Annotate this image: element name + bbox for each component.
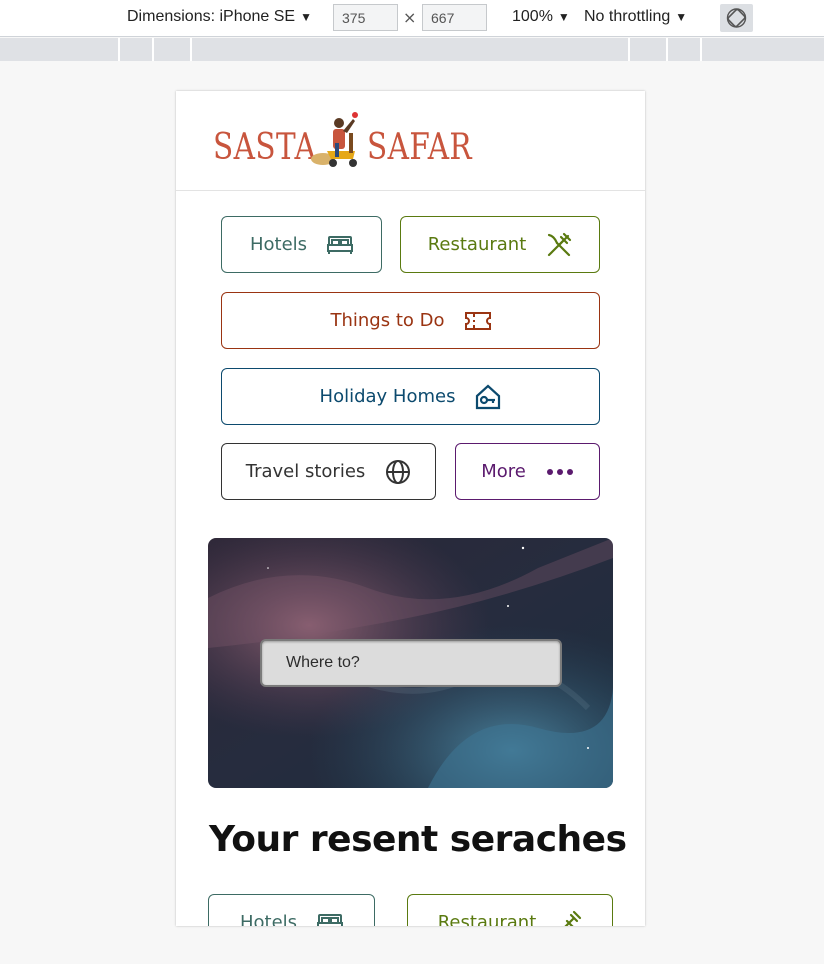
recent-restaurant-label: Restaurant [437,912,537,926]
restaurant-button[interactable]: Restaurant [400,216,600,273]
hotels-button[interactable]: Hotels [221,216,382,273]
throttling-select[interactable]: No throttling ▼ [584,8,687,26]
recent-hotels-button[interactable]: Hotels [208,894,375,926]
more-button[interactable]: More [455,443,600,500]
travel-stories-label: Travel stories [245,461,366,482]
recent-searches-heading: Your resent seraches [209,819,627,860]
zoom-select[interactable]: 100% ▼ [512,8,570,26]
ruler-segment[interactable] [152,38,154,61]
hero-search-banner [208,538,613,788]
rotate-device-button[interactable] [720,4,753,32]
utensils-icon [546,232,572,258]
dimensions-caret-icon: ▼ [300,10,312,24]
ruler-segment[interactable] [190,38,192,61]
more-label: More [481,461,526,482]
site-header: SASTA SAFAR [176,91,645,191]
ruler-segment[interactable] [666,38,668,61]
device-viewport: SASTA SAFAR Hotels Restaurant Things to … [176,91,645,926]
bed-icon [327,235,354,255]
dimension-times-icon: × [403,8,417,27]
throttling-label: No throttling [584,8,671,25]
holiday-homes-button[interactable]: Holiday Homes [221,368,600,425]
brand-name-left: SASTA [213,127,317,168]
zoom-caret-icon: ▼ [557,10,570,24]
ticket-icon [464,311,491,331]
ellipsis-icon [546,468,574,476]
devtools-device-toolbar: Dimensions: iPhone SE ▼ × 100% ▼ No thrott… [0,0,824,37]
restaurant-label: Restaurant [427,234,527,255]
ruler-segment[interactable] [700,38,702,61]
hotels-label: Hotels [249,234,308,255]
zoom-label: 100% [512,8,553,25]
device-width-input[interactable] [333,4,398,31]
holiday-homes-label: Holiday Homes [319,386,456,407]
things-to-do-button[interactable]: Things to Do [221,292,600,349]
travel-stories-button[interactable]: Travel stories [221,443,436,500]
device-dimensions-select[interactable]: Dimensions: iPhone SE ▼ [127,8,312,26]
throttling-caret-icon: ▼ [675,10,688,24]
globe-icon [385,459,411,485]
recent-hotels-label: Hotels [239,912,298,926]
things-to-do-label: Things to Do [330,310,445,331]
recent-restaurant-button[interactable]: Restaurant [407,894,613,926]
device-dimensions-label: Dimensions: iPhone SE [127,8,296,25]
rotate-icon [726,8,747,28]
utensils-icon [556,910,582,926]
ruler-segment[interactable] [628,38,630,61]
house-key-icon [475,384,501,410]
ruler-segment[interactable] [118,38,120,61]
brand-name-right: SAFAR [367,127,473,168]
where-to-search-input[interactable] [260,639,562,687]
device-height-input[interactable] [422,4,487,31]
scooter-rider-icon [311,112,358,167]
media-query-ruler [0,38,824,61]
bed-icon [317,913,344,926]
